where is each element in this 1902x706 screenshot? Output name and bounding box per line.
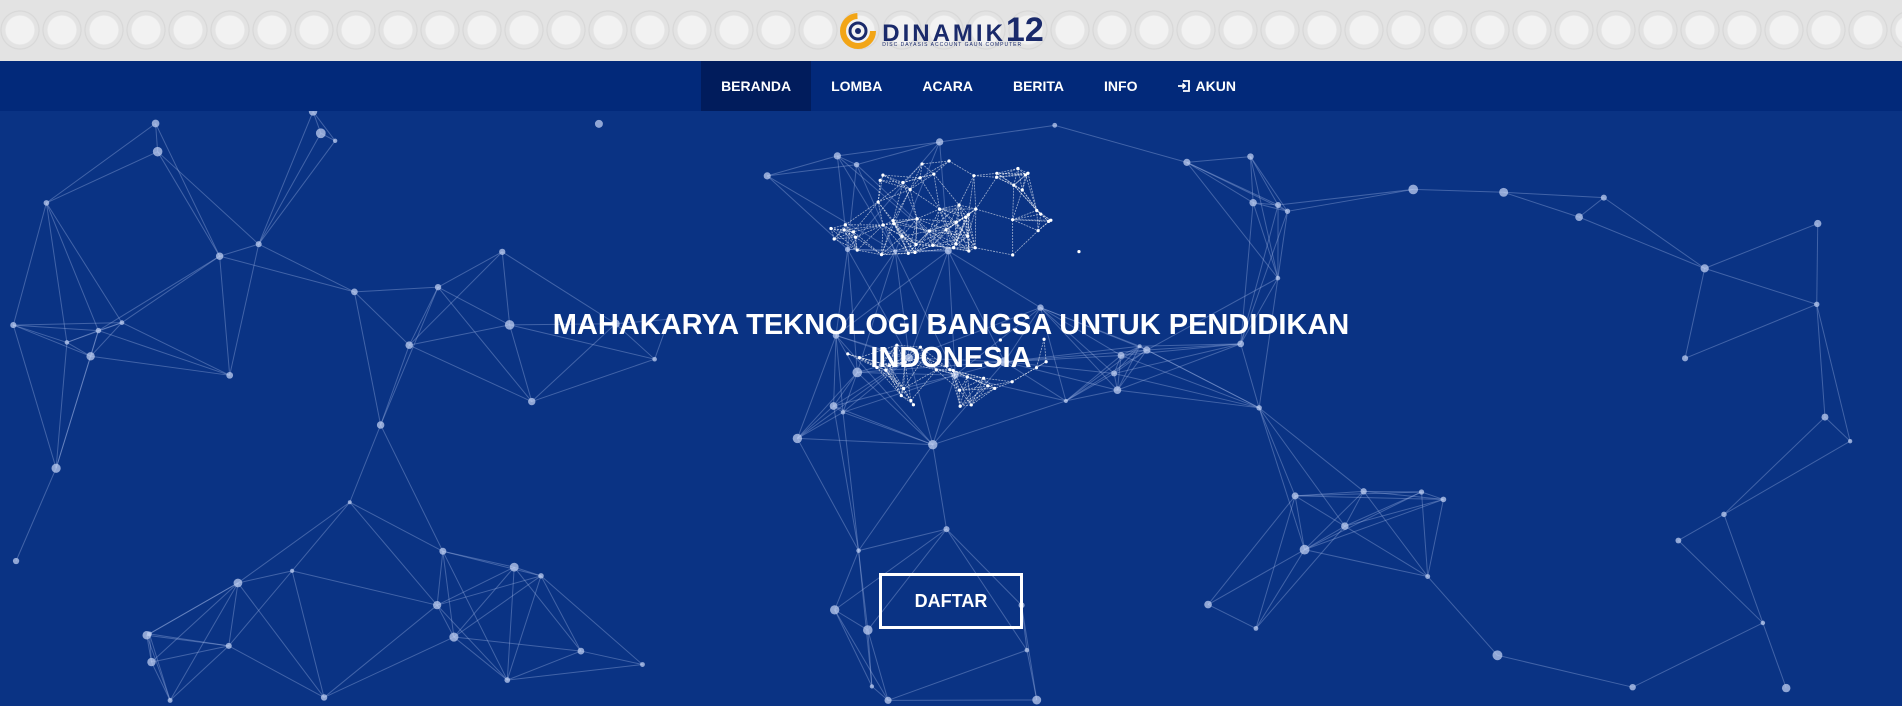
nav-item-label: AKUN <box>1195 78 1236 94</box>
header-bar: DINAMIK12 DISC DAYASIS ACCOUNT GAUN COMP… <box>0 0 1902 61</box>
nav-item-lomba[interactable]: LOMBA <box>811 61 902 111</box>
hero-section: MAHAKARYA TEKNOLOGI BANGSA UNTUK PENDIDI… <box>0 111 1902 706</box>
hero-headline: MAHAKARYA TEKNOLOGI BANGSA UNTUK PENDIDI… <box>0 309 1902 375</box>
main-navigation: BERANDA LOMBA ACARA BERITA INFO AKUN <box>0 61 1902 111</box>
login-icon <box>1178 80 1191 92</box>
nav-item-label: BERANDA <box>721 78 792 94</box>
nav-item-beranda[interactable]: BERANDA <box>701 61 812 111</box>
nav-item-info[interactable]: INFO <box>1084 61 1157 111</box>
nav-list: BERANDA LOMBA ACARA BERITA INFO AKUN <box>701 61 1256 111</box>
register-button-label: DAFTAR <box>914 590 988 611</box>
logo-mark-icon <box>840 12 877 49</box>
nav-item-berita[interactable]: BERITA <box>993 61 1084 111</box>
logo-tagline: DISC DAYASIS ACCOUNT GAUN COMPUTER <box>882 42 1023 48</box>
nav-item-label: INFO <box>1104 78 1138 94</box>
nav-item-label: LOMBA <box>831 78 883 94</box>
nav-item-label: BERITA <box>1012 78 1065 94</box>
register-button[interactable]: DAFTAR <box>879 573 1023 629</box>
nav-item-akun[interactable]: AKUN <box>1157 61 1255 111</box>
hero-headline-line1: MAHAKARYA TEKNOLOGI BANGSA UNTUK PENDIDI… <box>552 309 1350 341</box>
nav-item-acara[interactable]: ACARA <box>902 61 993 111</box>
hero-headline-line2: INDONESIA <box>870 342 1032 374</box>
site-logo[interactable]: DINAMIK12 DISC DAYASIS ACCOUNT GAUN COMP… <box>838 11 1044 51</box>
nav-item-label: ACARA <box>922 78 973 94</box>
